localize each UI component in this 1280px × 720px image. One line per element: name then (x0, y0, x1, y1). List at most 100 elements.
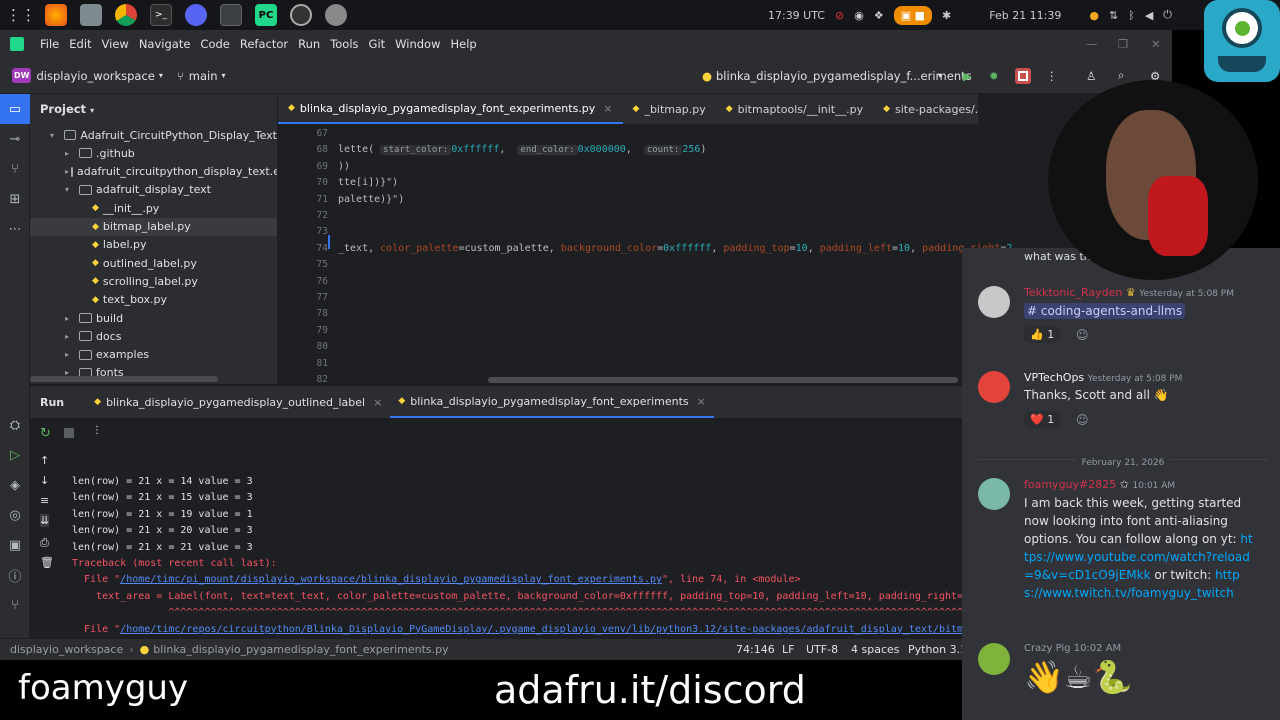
window-minimize-icon[interactable]: — (1086, 37, 1098, 51)
tree-folder[interactable]: ▾ adafruit_display_text (30, 181, 277, 199)
channel-mention[interactable]: # coding-agents-and-llms (1024, 303, 1186, 319)
discord-icon[interactable] (185, 4, 207, 26)
editor-tab[interactable]: ◆ blinka_displayio_pygamedisplay_font_exp… (278, 94, 623, 124)
pycharm-icon[interactable]: PC (255, 4, 277, 26)
terminal-tool-icon[interactable]: ▣ (0, 530, 30, 560)
project-badge[interactable]: DW (12, 68, 32, 83)
text-editor-icon[interactable] (220, 4, 242, 26)
obs-icon[interactable] (290, 4, 312, 26)
tree-folder[interactable]: ▸ adafruit_circuitpython_display_text.egg (30, 163, 277, 181)
message-username[interactable]: foamyguy#2825 (1024, 478, 1116, 491)
tree-folder[interactable]: ▸ build (30, 309, 277, 327)
accessibility-icon[interactable]: ✱ (942, 9, 951, 22)
reaction[interactable]: 👍 1 (1024, 326, 1061, 343)
menu-tools[interactable]: Tools (330, 37, 358, 51)
pull-request-icon[interactable]: ⑂ (0, 154, 30, 184)
git-tool-icon[interactable]: ⑂ (0, 590, 30, 620)
run-tab[interactable]: ◆ blinka_displayio_pygamedisplay_outlined… (86, 386, 390, 418)
tree-file[interactable]: ◆ label.py (30, 236, 277, 254)
project-panel-title[interactable]: Project ▾ (40, 102, 94, 116)
debug-icon[interactable]: ✹ (989, 69, 999, 83)
close-icon[interactable]: × (603, 102, 612, 115)
search-icon[interactable]: ⌕ (1118, 68, 1124, 83)
stop-run-icon[interactable] (1015, 67, 1031, 84)
window-close-icon[interactable]: ✕ (1151, 37, 1161, 51)
file-encoding[interactable]: UTF-8 (806, 643, 838, 656)
menu-edit[interactable]: Edit (69, 37, 91, 51)
tree-folder[interactable]: ▸ docs (30, 327, 277, 345)
project-switcher[interactable]: displayio_workspace (36, 69, 154, 83)
chevron-icon[interactable]: ▾ (65, 185, 77, 194)
menu-code[interactable]: Code (200, 37, 229, 51)
cursor-position[interactable]: 74:146 (736, 643, 775, 656)
menu-view[interactable]: View (102, 37, 129, 51)
window-maximize-icon[interactable]: ❐ (1118, 37, 1128, 51)
terminal-icon[interactable]: >_ (150, 4, 172, 26)
message-username[interactable]: Tekktonic_Rayden (1024, 286, 1122, 299)
firefox-icon[interactable] (45, 4, 67, 26)
add-reaction-icon[interactable]: ☺ (1076, 328, 1089, 342)
run-console[interactable]: ↻ ⋮ ↑ ↓ ≡ ⇊ ⎙ 🗑 len(row) = 21 x = 14 val… (30, 418, 1120, 667)
tree-file[interactable]: ◆ text_box.py (30, 291, 277, 309)
discord-tray-icon[interactable]: ◉ (854, 9, 864, 22)
commit-icon[interactable]: ⊸ (0, 124, 30, 154)
trash-icon[interactable]: 🗑 (40, 556, 54, 569)
breadcrumb-file[interactable]: blinka_displayio_pygamedisplay_font_expe… (153, 643, 448, 656)
message-username[interactable]: VPTechOps (1024, 371, 1084, 384)
editor-tab[interactable]: ◆ _bitmap.py (623, 94, 716, 124)
run-tab[interactable]: ◆ blinka_displayio_pygamedisplay_font_exp… (390, 386, 714, 418)
message-username[interactable]: Crazy Pig (1024, 643, 1071, 654)
chevron-icon[interactable]: ▸ (65, 332, 77, 341)
chevron-icon[interactable]: ▾ (50, 131, 62, 140)
add-user-icon[interactable]: ♙ (1086, 69, 1096, 83)
volume-icon[interactable]: ◀ (1145, 9, 1153, 22)
editor-tab[interactable]: ◆ site-packages/.../bitmap_label.py (873, 94, 978, 124)
tree-folder[interactable]: ▸ examples (30, 346, 277, 364)
tree-scrollbar[interactable] (30, 376, 218, 382)
tree-file[interactable]: ◆ __init__.py (30, 199, 277, 217)
close-icon[interactable]: × (373, 396, 382, 409)
settings-app-icon[interactable] (325, 4, 347, 26)
stop-icon[interactable]: ⊘ (835, 9, 844, 22)
tree-file[interactable]: ◆ outlined_label.py (30, 254, 277, 272)
scroll-down-icon[interactable]: ↓ (40, 474, 49, 487)
scroll-to-end-icon[interactable]: ⇊ (40, 514, 50, 527)
stop-console-icon[interactable] (64, 428, 74, 438)
menu-help[interactable]: Help (451, 37, 477, 51)
editor-tab[interactable]: ◆ bitmaptools/__init__.py (716, 94, 873, 124)
chevron-icon[interactable]: ▸ (65, 149, 77, 158)
folder-icon[interactable]: ▭ (0, 94, 30, 124)
network-icon[interactable]: ⇅ (1109, 9, 1118, 22)
tree-folder[interactable]: ▸ .github (30, 144, 277, 162)
menu-refactor[interactable]: Refactor (240, 37, 288, 51)
menu-window[interactable]: Window (395, 37, 440, 51)
soft-wrap-icon[interactable]: ≡ (40, 494, 49, 507)
chevron-icon[interactable]: ▸ (65, 167, 69, 176)
layers-icon[interactable]: ◈ (0, 470, 30, 500)
tree-file[interactable]: ◆ scrolling_label.py (30, 272, 277, 290)
run-config-selector[interactable]: blinka_displayio_pygamedisplay_f...erime… (716, 69, 972, 83)
structure-icon[interactable]: ⊞ (0, 184, 30, 214)
chrome-icon[interactable] (115, 4, 137, 26)
run-tool-icon[interactable]: ▷ (0, 440, 30, 470)
clock-local[interactable]: Feb 21 11:39 (989, 9, 1061, 22)
tree-file[interactable]: ◆ bitmap_label.py (30, 217, 277, 236)
services-icon[interactable]: ◎ (0, 500, 30, 530)
more-icon[interactable]: ⋮ (1046, 69, 1058, 83)
editor-horizontal-scrollbar[interactable] (488, 377, 958, 383)
power-icon[interactable]: ⏻ (1163, 8, 1172, 22)
microphone-icon[interactable]: ● (1089, 9, 1099, 22)
menu-git[interactable]: Git (369, 37, 386, 51)
code-editor[interactable]: 67 68 lette( start_color: 0xffffff, end_col… (278, 124, 1012, 386)
menu-file[interactable]: File (40, 37, 59, 51)
branch-switcher[interactable]: main (189, 69, 218, 83)
bluetooth-icon[interactable]: ᛒ (1128, 9, 1135, 22)
add-reaction-icon[interactable]: ☺ (1076, 413, 1089, 427)
chevron-icon[interactable]: ▸ (65, 350, 77, 359)
run-icon[interactable]: ▶ (963, 69, 972, 83)
scroll-up-icon[interactable]: ↑ (40, 454, 49, 467)
python-packages-icon[interactable]: ⛭ (0, 410, 30, 440)
recording-indicator-icon[interactable]: ▣ ■ (893, 5, 932, 25)
rerun-icon[interactable]: ↻ (40, 426, 51, 441)
indent-setting[interactable]: 4 spaces (851, 643, 900, 656)
